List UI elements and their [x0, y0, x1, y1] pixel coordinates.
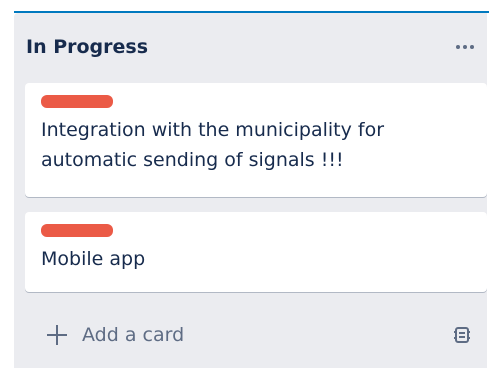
plus-icon: [46, 324, 68, 346]
card-title: Mobile app: [41, 248, 146, 270]
card-title: Integration with the municipality for au…: [41, 119, 385, 171]
more-horizontal-icon: [456, 45, 474, 49]
card-integration[interactable]: Integration with the municipality for au…: [25, 83, 487, 197]
list-header: In Progress: [26, 35, 489, 59]
create-from-template-button[interactable]: [447, 320, 477, 350]
list-menu-button[interactable]: [453, 35, 477, 59]
board-canvas: In Progress Integration with the municip…: [0, 0, 489, 374]
card-label[interactable]: [41, 224, 113, 237]
card-label[interactable]: [41, 95, 113, 108]
card-template-icon: [454, 327, 470, 343]
add-card-label: Add a card: [82, 324, 185, 346]
add-card-button[interactable]: Add a card: [26, 318, 184, 352]
card-mobile-app[interactable]: Mobile app: [25, 212, 487, 292]
list-title[interactable]: In Progress: [26, 35, 148, 59]
